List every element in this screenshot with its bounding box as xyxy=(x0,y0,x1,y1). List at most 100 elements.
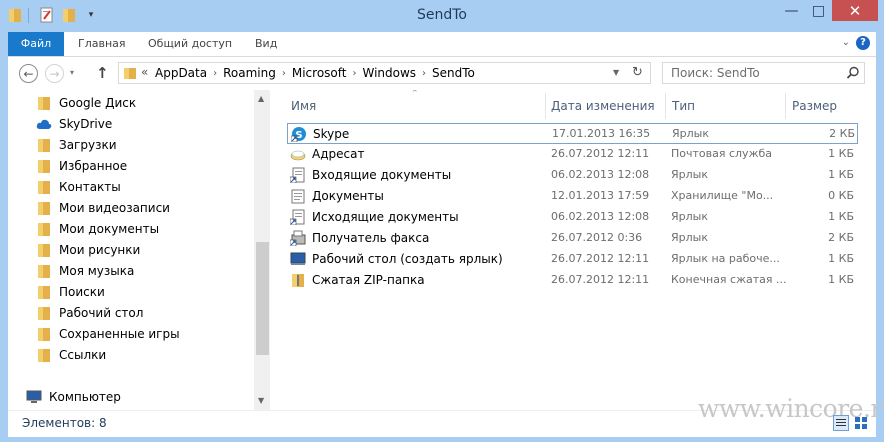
file-type: Ярлык xyxy=(672,127,709,140)
table-row[interactable]: S Skype 17.01.2013 16:35 Ярлык 2 КБ xyxy=(287,123,858,144)
sidebar-item-5[interactable]: Мои видеозаписи xyxy=(36,197,170,218)
sidebar-item-label: Рабочий стол xyxy=(59,305,144,320)
column-header-name[interactable]: Имя xyxy=(291,96,316,116)
maximize-button[interactable]: □ xyxy=(805,0,832,21)
recent-locations-icon[interactable]: ▾ xyxy=(70,68,74,77)
table-row[interactable]: Адресат 26.07.2012 12:11 Почтовая служба 1 … xyxy=(287,144,858,165)
column-header-date[interactable]: Дата изменения xyxy=(551,96,655,116)
file-size: 2 КБ xyxy=(828,231,854,244)
file-date: 17.01.2013 16:35 xyxy=(552,127,651,140)
chevron-right-icon[interactable]: › xyxy=(213,68,217,79)
sidebar-item-0[interactable]: Google Диск xyxy=(36,92,136,113)
tab-share[interactable]: Общий доступ xyxy=(148,32,232,56)
folder-icon xyxy=(36,305,52,321)
folder-icon xyxy=(36,179,52,195)
sidebar-item-label: Загрузки xyxy=(59,137,117,152)
table-row[interactable]: Исходящие документы 06.02.2013 12:08 Ярлык… xyxy=(287,207,858,228)
close-button[interactable]: ✕ xyxy=(832,0,878,21)
sidebar-item-10[interactable]: Рабочий стол xyxy=(36,302,143,323)
file-size: 1 КБ xyxy=(828,252,854,265)
file-name: Адресат xyxy=(312,147,365,161)
nav-computer[interactable]: Компьютер xyxy=(26,386,121,407)
folder-icon xyxy=(36,326,52,342)
chevron-right-icon[interactable]: › xyxy=(282,68,286,79)
column-divider[interactable] xyxy=(545,93,546,119)
search-input[interactable] xyxy=(663,63,843,83)
address-overflow-icon[interactable]: « xyxy=(141,65,148,79)
chevron-right-icon[interactable]: › xyxy=(352,68,356,79)
file-name: Исходящие документы xyxy=(312,210,459,224)
file-type: Хранилище "Мо... xyxy=(671,189,774,202)
forward-button[interactable]: → xyxy=(45,64,64,83)
file-type: Почтовая служба xyxy=(671,147,772,160)
up-button[interactable]: ↑ xyxy=(96,64,109,82)
crumb-microsoft[interactable]: Microsoft xyxy=(292,66,347,80)
address-bar[interactable]: « AppData › Roaming › Microsoft › Window… xyxy=(118,62,651,84)
column-header-type[interactable]: Тип xyxy=(672,96,695,116)
file-name: Рабочий стол (создать ярлык) xyxy=(312,252,503,266)
tab-file[interactable]: Файл xyxy=(8,32,64,56)
file-name: Получатель факса xyxy=(312,231,430,245)
sidebar-item-label: Мои документы xyxy=(59,221,160,236)
sidebar-item-2[interactable]: Загрузки xyxy=(36,134,117,155)
table-row[interactable]: Сжатая ZIP-папка 26.07.2012 12:11 Конечная… xyxy=(287,270,858,291)
table-row[interactable]: Документы 12.01.2013 17:59 Хранилище "Мо..… xyxy=(287,186,858,207)
crumb-appdata[interactable]: AppData xyxy=(155,66,207,80)
crumb-roaming[interactable]: Roaming xyxy=(223,66,276,80)
search-box xyxy=(662,62,865,84)
fax-icon xyxy=(290,230,306,246)
sidebar-item-label: Поиски xyxy=(59,284,105,299)
sidebar-item-7[interactable]: Мои рисунки xyxy=(36,239,140,260)
help-icon[interactable]: ? xyxy=(856,36,870,50)
sidebar-item-1[interactable]: SkyDrive xyxy=(36,113,112,134)
table-row[interactable]: Входящие документы 06.02.2013 12:08 Ярлык 1… xyxy=(287,165,858,186)
scroll-up-icon[interactable]: ▲ xyxy=(258,94,264,103)
column-header-size[interactable]: Размер xyxy=(792,96,837,116)
search-icon[interactable] xyxy=(846,66,860,83)
tab-home[interactable]: Главная xyxy=(78,32,126,56)
column-divider[interactable] xyxy=(785,93,786,119)
expand-ribbon-icon[interactable]: ⌄ xyxy=(842,37,850,48)
file-name: Входящие документы xyxy=(312,168,452,182)
minimize-button[interactable]: — xyxy=(778,0,805,21)
folder-icon xyxy=(36,95,52,111)
sidebar-item-label: Мои видеозаписи xyxy=(59,200,170,215)
zip-folder-icon xyxy=(290,272,306,288)
sidebar-item-6[interactable]: Мои документы xyxy=(36,218,159,239)
chevron-right-icon[interactable]: › xyxy=(422,68,426,79)
sidebar-item-11[interactable]: Сохраненные игры xyxy=(36,323,180,344)
column-divider[interactable] xyxy=(665,93,666,119)
nav-scrollbar[interactable]: ▲ ▼ xyxy=(254,90,270,410)
table-row[interactable]: Рабочий стол (создать ярлык) 26.07.2012 1… xyxy=(287,249,858,270)
nav-label: Компьютер xyxy=(49,389,121,404)
navigation-bar: ← → ▾ ↑ « AppData › Roaming › Microsoft … xyxy=(8,57,876,90)
sort-ascending-icon: ⌃ xyxy=(411,90,419,99)
back-button[interactable]: ← xyxy=(19,64,38,83)
scrollbar-thumb[interactable] xyxy=(256,242,269,355)
tab-view[interactable]: Вид xyxy=(255,32,277,56)
sidebar-item-label: Сохраненные игры xyxy=(59,326,180,341)
breadcrumb: AppData › Roaming › Microsoft › Windows … xyxy=(155,63,475,83)
folder-icon xyxy=(36,284,52,300)
table-row[interactable]: Получатель факса 26.07.2012 0:36 Ярлык 2 КБ xyxy=(287,228,858,249)
sidebar-item-9[interactable]: Поиски xyxy=(36,281,105,302)
details-view-button[interactable] xyxy=(833,415,849,431)
file-type: Ярлык на рабоче... xyxy=(671,252,780,265)
crumb-windows[interactable]: Windows xyxy=(362,66,416,80)
sidebar-item-4[interactable]: Контакты xyxy=(36,176,121,197)
item-count: Элементов: 8 xyxy=(22,416,107,430)
file-date: 26.07.2012 12:11 xyxy=(551,273,650,286)
file-date: 26.07.2012 12:11 xyxy=(551,252,650,265)
sidebar-item-8[interactable]: Моя музыка xyxy=(36,260,134,281)
address-dropdown-icon[interactable]: ▼ xyxy=(613,68,619,77)
scroll-down-icon[interactable]: ▼ xyxy=(258,396,264,405)
crumb-sendto[interactable]: SendTo xyxy=(432,66,475,80)
file-name: Документы xyxy=(312,189,384,203)
large-icons-view-button[interactable] xyxy=(853,415,869,431)
refresh-icon[interactable]: ↻ xyxy=(632,63,643,83)
sidebar-item-label: Контакты xyxy=(59,179,121,194)
file-size: 1 КБ xyxy=(828,273,854,286)
file-list: ⌃ Имя Дата изменения Тип Размер S Skype 17… xyxy=(270,90,876,410)
sidebar-item-3[interactable]: Избранное xyxy=(36,155,127,176)
sidebar-item-12[interactable]: Ссылки xyxy=(36,344,106,365)
